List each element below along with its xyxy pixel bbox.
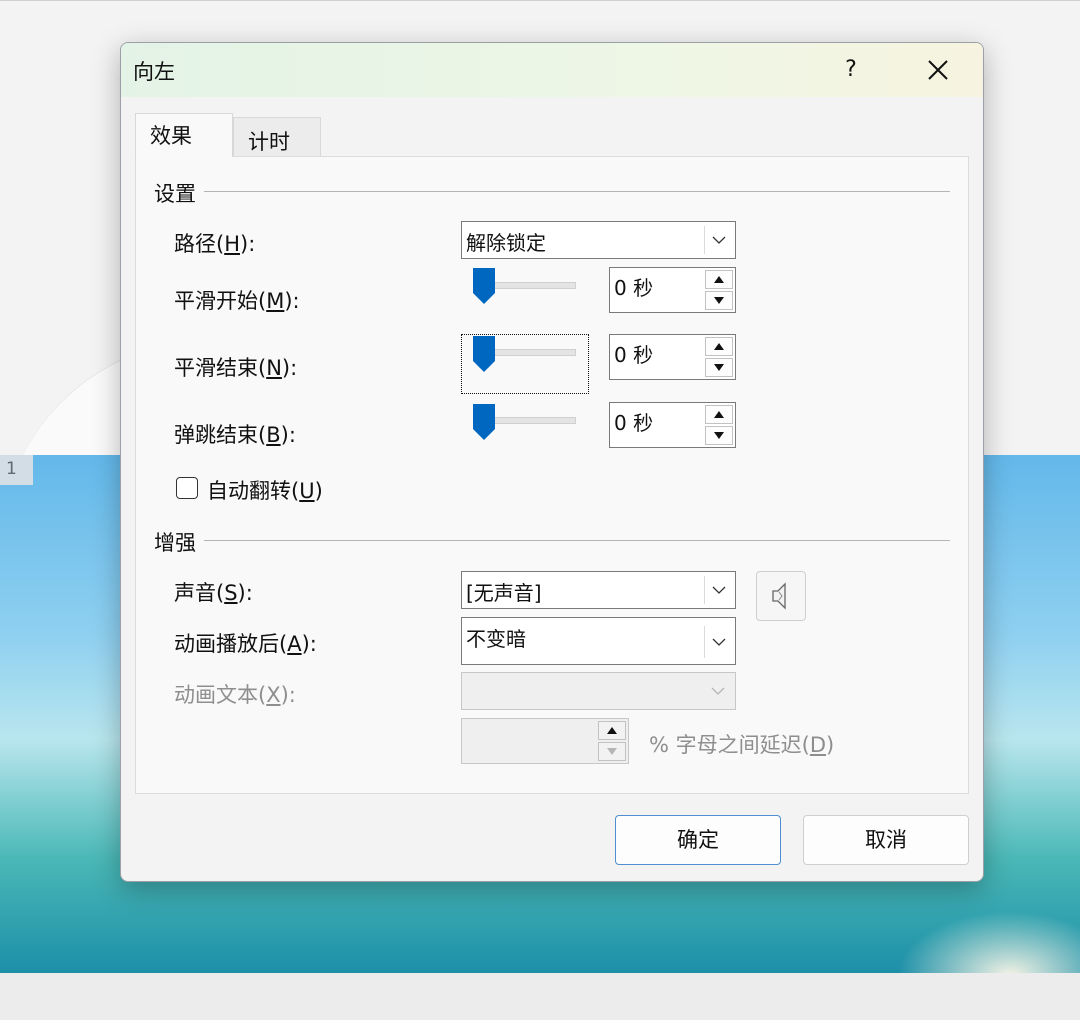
dialog-titlebar: 向左 ? <box>121 43 983 97</box>
close-button[interactable] <box>919 51 957 89</box>
sound-preview-button[interactable] <box>756 571 806 621</box>
auto-reverse-label[interactable]: 自动翻转(U) <box>207 475 323 505</box>
animate-text-label: 动画文本(X): <box>174 683 296 707</box>
tab-effect[interactable]: 效果 <box>135 113 233 157</box>
bounce-end-spinner[interactable]: 0 秒 <box>609 402 736 448</box>
close-icon <box>928 60 948 80</box>
path-dropdown[interactable]: 解除锁定 <box>461 221 736 259</box>
sound-dropdown[interactable]: [无声音] <box>461 571 736 609</box>
triangle-down-icon <box>607 748 617 755</box>
smooth-end-spinner[interactable]: 0 秒 <box>609 334 736 380</box>
smooth-start-label: 平滑开始(M): <box>174 289 300 313</box>
tab-timing[interactable]: 计时 <box>233 117 321 157</box>
triangle-down-icon <box>714 432 724 439</box>
sound-dropdown-value: [无声音] <box>466 581 542 605</box>
chevron-down-icon <box>704 677 732 705</box>
help-button[interactable]: ? <box>833 51 869 89</box>
increase-button[interactable] <box>598 721 626 740</box>
after-animation-value: 不变暗 <box>466 627 526 651</box>
sound-label: 声音(S): <box>174 581 253 605</box>
cancel-button[interactable]: 取消 <box>803 815 969 865</box>
settings-group-title: 设置 <box>154 178 204 208</box>
slide-number: 1 <box>0 455 33 485</box>
increase-button[interactable] <box>705 270 733 289</box>
enhance-group-title: 增强 <box>154 527 204 557</box>
increase-button[interactable] <box>705 405 733 424</box>
animation-effect-dialog: 向左 ? 效果 计时 设置 路径(H): 解除锁定 平滑开始(M): 0 秒 平… <box>120 42 984 882</box>
decrease-button[interactable] <box>705 358 733 377</box>
triangle-up-icon <box>607 727 617 734</box>
smooth-start-slider-thumb[interactable] <box>472 267 496 305</box>
triangle-down-icon <box>714 297 724 304</box>
smooth-end-label: 平滑结束(N): <box>174 356 298 380</box>
smooth-end-slider-thumb[interactable] <box>472 335 496 373</box>
path-dropdown-value: 解除锁定 <box>466 231 546 255</box>
ok-button[interactable]: 确定 <box>615 815 781 865</box>
chevron-down-icon <box>704 576 732 604</box>
bounce-end-label: 弹跳结束(B): <box>174 423 296 447</box>
decrease-button[interactable] <box>598 742 626 761</box>
increase-button[interactable] <box>705 337 733 356</box>
chevron-down-icon <box>704 626 732 658</box>
bounce-end-value: 0 秒 <box>614 411 654 435</box>
letter-delay-label: % 字母之间延迟(D) <box>649 733 835 757</box>
smooth-end-value: 0 秒 <box>614 343 654 367</box>
decrease-button[interactable] <box>705 291 733 310</box>
animate-text-dropdown[interactable] <box>461 672 736 710</box>
dialog-title: 向左 <box>133 60 175 84</box>
after-animation-label: 动画播放后(A): <box>174 632 317 656</box>
app-bottom-area <box>0 973 1080 1020</box>
letter-delay-spinner[interactable] <box>461 718 629 764</box>
effect-tab-panel: 设置 路径(H): 解除锁定 平滑开始(M): 0 秒 平滑结束(N): 0 秒… <box>135 156 969 794</box>
triangle-down-icon <box>714 364 724 371</box>
decrease-button[interactable] <box>705 426 733 445</box>
triangle-up-icon <box>714 411 724 418</box>
path-label: 路径(H): <box>174 232 256 256</box>
settings-group-divider <box>204 191 950 192</box>
after-animation-dropdown[interactable]: 不变暗 <box>461 617 736 665</box>
triangle-up-icon <box>714 343 724 350</box>
auto-reverse-checkbox[interactable] <box>176 477 198 499</box>
speaker-icon <box>772 582 786 610</box>
triangle-up-icon <box>714 276 724 283</box>
chevron-down-icon <box>704 226 732 254</box>
smooth-start-value: 0 秒 <box>614 276 654 300</box>
bounce-end-slider-thumb[interactable] <box>472 403 496 441</box>
enhance-group-divider <box>204 540 950 541</box>
smooth-start-spinner[interactable]: 0 秒 <box>609 267 736 313</box>
